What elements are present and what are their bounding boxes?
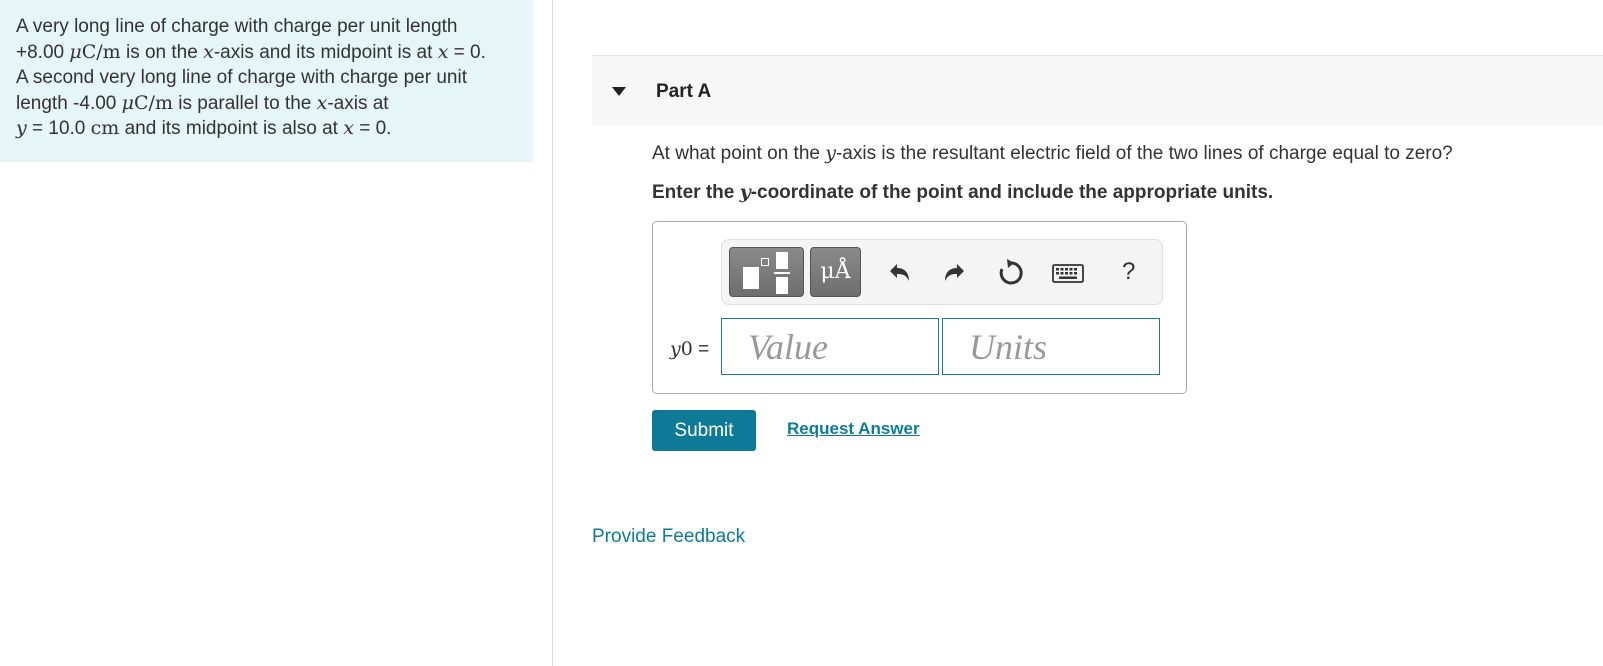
help-icon[interactable]: ? bbox=[1122, 258, 1135, 286]
keyboard-icon[interactable] bbox=[1050, 258, 1086, 288]
collapse-caret-icon[interactable] bbox=[612, 87, 626, 96]
submit-button[interactable]: Submit bbox=[652, 410, 756, 451]
answer-box: μÅ ? y0 = bbox=[652, 221, 1187, 394]
math-toolbar: μÅ ? bbox=[721, 239, 1163, 305]
answer-label: y0 = bbox=[670, 338, 710, 360]
problem-line-4: length -4.00 μC/m is parallel to the x-a… bbox=[16, 91, 389, 114]
problem-line-2: +8.00 μC/m is on the x-axis and its midp… bbox=[16, 40, 486, 63]
question-text: At what point on the y-axis is the resul… bbox=[652, 142, 1453, 164]
redo-icon[interactable] bbox=[938, 256, 972, 290]
units-button[interactable]: μÅ bbox=[810, 247, 861, 297]
problem-statement: A very long line of charge with charge p… bbox=[0, 0, 533, 162]
problem-line-1: A very long line of charge with charge p… bbox=[16, 16, 458, 37]
part-a-header[interactable]: Part A bbox=[592, 55, 1603, 125]
request-answer-link[interactable]: Request Answer bbox=[787, 419, 920, 439]
templates-button[interactable] bbox=[729, 247, 804, 297]
problem-line-5: y = 10.0 cm and its midpoint is also at … bbox=[16, 117, 392, 139]
value-input[interactable] bbox=[721, 318, 939, 375]
units-icon: μÅ bbox=[820, 259, 851, 284]
instruction-text: Enter the y-coordinate of the point and … bbox=[652, 181, 1274, 203]
part-title: Part A bbox=[656, 81, 712, 102]
provide-feedback-link[interactable]: Provide Feedback bbox=[592, 526, 745, 548]
panel-divider bbox=[552, 0, 553, 666]
units-input[interactable] bbox=[942, 318, 1160, 375]
undo-icon[interactable] bbox=[882, 256, 916, 290]
reset-icon[interactable] bbox=[994, 256, 1028, 290]
problem-line-3: A second very long line of charge with c… bbox=[16, 67, 467, 88]
